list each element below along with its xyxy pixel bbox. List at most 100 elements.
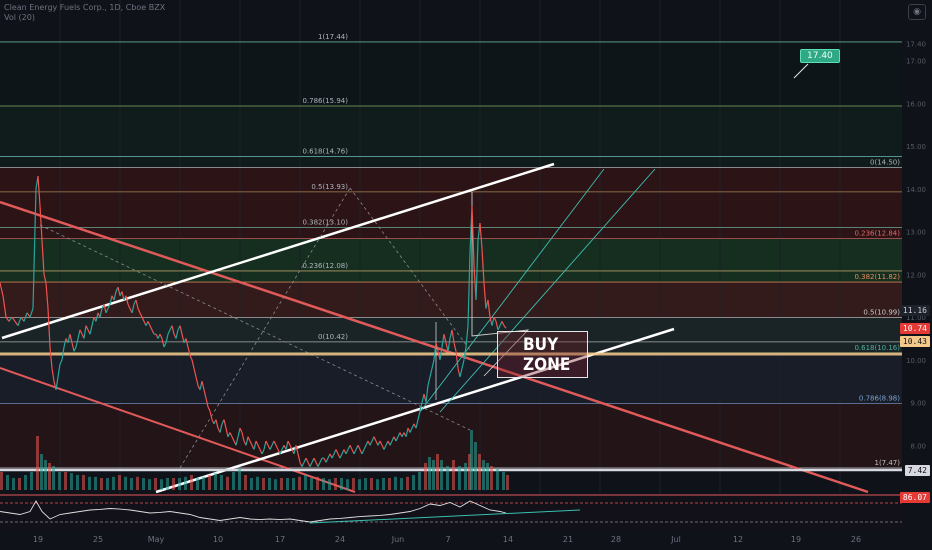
volume-bar [130, 478, 133, 490]
volume-bar [202, 476, 205, 490]
chart-header: Clean Energy Fuels Corp., 1D, Cboe BZX V… [4, 3, 165, 23]
volume-bar [6, 475, 9, 490]
volume-bar [322, 478, 325, 490]
price-label: 10.43 [899, 336, 930, 348]
volume-bar [100, 478, 103, 490]
volume-bar [238, 469, 241, 490]
fib-left-label: 0(10.42) [318, 333, 348, 341]
volume-bar [148, 479, 151, 490]
volume-bar [214, 473, 217, 490]
fib-right-label: 0.618(10.16) [854, 344, 900, 352]
volume-bar [316, 476, 319, 490]
price-label: 10.74 [899, 323, 930, 335]
volume-bar [406, 476, 409, 490]
volume-bar [12, 478, 15, 490]
buy-zone-line1: BUY [523, 335, 559, 355]
volume-bar [364, 478, 367, 490]
fib-zone [0, 41, 902, 107]
x-tick-label: 26 [850, 535, 862, 544]
volume-bar [470, 430, 473, 490]
volume-bar [184, 476, 187, 490]
volume-bar [428, 457, 431, 490]
volume-bar [482, 460, 485, 490]
volume-bar [232, 472, 235, 490]
volume-bar [64, 472, 67, 490]
volume-bar [262, 478, 265, 490]
volume-bar [0, 472, 3, 490]
x-tick-label: 21 [562, 535, 574, 544]
x-tick-label: 19 [790, 535, 802, 544]
volume-bar [226, 476, 229, 490]
volume-bar [44, 460, 47, 490]
volume-bar [418, 472, 421, 490]
x-tick-label: Jul [671, 535, 681, 544]
y-tick-label: 15.00 [906, 143, 926, 151]
fib-left-label: 0.618(14.76) [302, 147, 348, 155]
symbol-title: Clean Energy Fuels Corp., 1D, Cboe BZX [4, 3, 166, 12]
fib-right-label: 0.236(12.84) [854, 229, 900, 237]
price-label: 7.42 [904, 465, 930, 477]
volume-legend: Vol (20) [4, 13, 35, 22]
volume-bar [142, 478, 145, 490]
y-tick-label: 12.00 [906, 271, 926, 279]
volume-bar [358, 479, 361, 490]
y-tick-label: 13.00 [906, 229, 926, 237]
volume-bar [280, 478, 283, 490]
volume-bar [208, 475, 211, 490]
buy-zone-line2: ZONE [523, 355, 571, 375]
volume-bar [30, 472, 33, 490]
price-label: 86.07 [899, 492, 930, 503]
fib-right-label: 0.382(11.82) [854, 273, 900, 281]
x-tick-label: 10 [212, 535, 224, 544]
volume-bar [112, 476, 115, 490]
volume-bar [388, 478, 391, 490]
fib-right-label: 0.786(8.98) [859, 394, 900, 402]
volume-bar [286, 478, 289, 490]
fib-right-label: 0.5(10.99) [863, 309, 900, 317]
volume-bar [250, 478, 253, 490]
price-chart-canvas[interactable]: 1(17.44) 0.786(15.94) 0.618(14.76) 0.5(13.9… [0, 0, 932, 550]
volume-bar [304, 475, 307, 490]
volume-bar [48, 463, 51, 490]
fib-left-label: 1(17.44) [318, 33, 348, 41]
volume-bar [40, 454, 43, 490]
indicator-bg [0, 494, 902, 530]
volume-bar [244, 475, 247, 490]
indicator-pane [0, 494, 902, 530]
volume-bar [424, 463, 427, 490]
volume-bar [36, 436, 39, 490]
y-tick-label: 17.40 [906, 41, 926, 49]
fib-right-label: 1(7.47) [874, 459, 900, 467]
volume-bar [118, 475, 121, 490]
fib-zone [0, 106, 902, 168]
y-axis: 17.4017.0016.0015.0014.0013.0012.0011.00… [906, 41, 926, 451]
x-tick-label: 25 [92, 535, 104, 544]
volume-bar [310, 478, 313, 490]
volume-bar [440, 460, 443, 490]
volume-bar [334, 478, 337, 490]
volume-bar [18, 478, 21, 490]
volume-bar [370, 478, 373, 490]
volume-bar [478, 454, 481, 490]
y-tick-label: 16.00 [906, 100, 926, 108]
volume-bar [506, 475, 509, 490]
fib-left-label: 0.236(12.08) [302, 262, 348, 270]
volume-bar [474, 442, 477, 490]
volume-bar [154, 478, 157, 490]
volume-bar [502, 472, 505, 490]
fib-right-label: 0(14.50) [870, 159, 900, 167]
fib-zone [0, 352, 902, 404]
fib-zone [0, 238, 902, 283]
volume-bar [292, 478, 295, 490]
volume-bar [76, 475, 79, 490]
price-label: 11.16 [899, 305, 930, 317]
volume-bar [160, 479, 163, 490]
volume-bar [328, 479, 331, 490]
volume-bar [82, 475, 85, 490]
camera-icon[interactable]: ◉ [908, 4, 926, 20]
volume-bar [352, 478, 355, 490]
y-tick-label: 17.00 [906, 58, 926, 66]
target-price-label: 17.40 [800, 49, 840, 63]
x-tick-label: 24 [334, 535, 346, 544]
volume-bar [88, 476, 91, 490]
